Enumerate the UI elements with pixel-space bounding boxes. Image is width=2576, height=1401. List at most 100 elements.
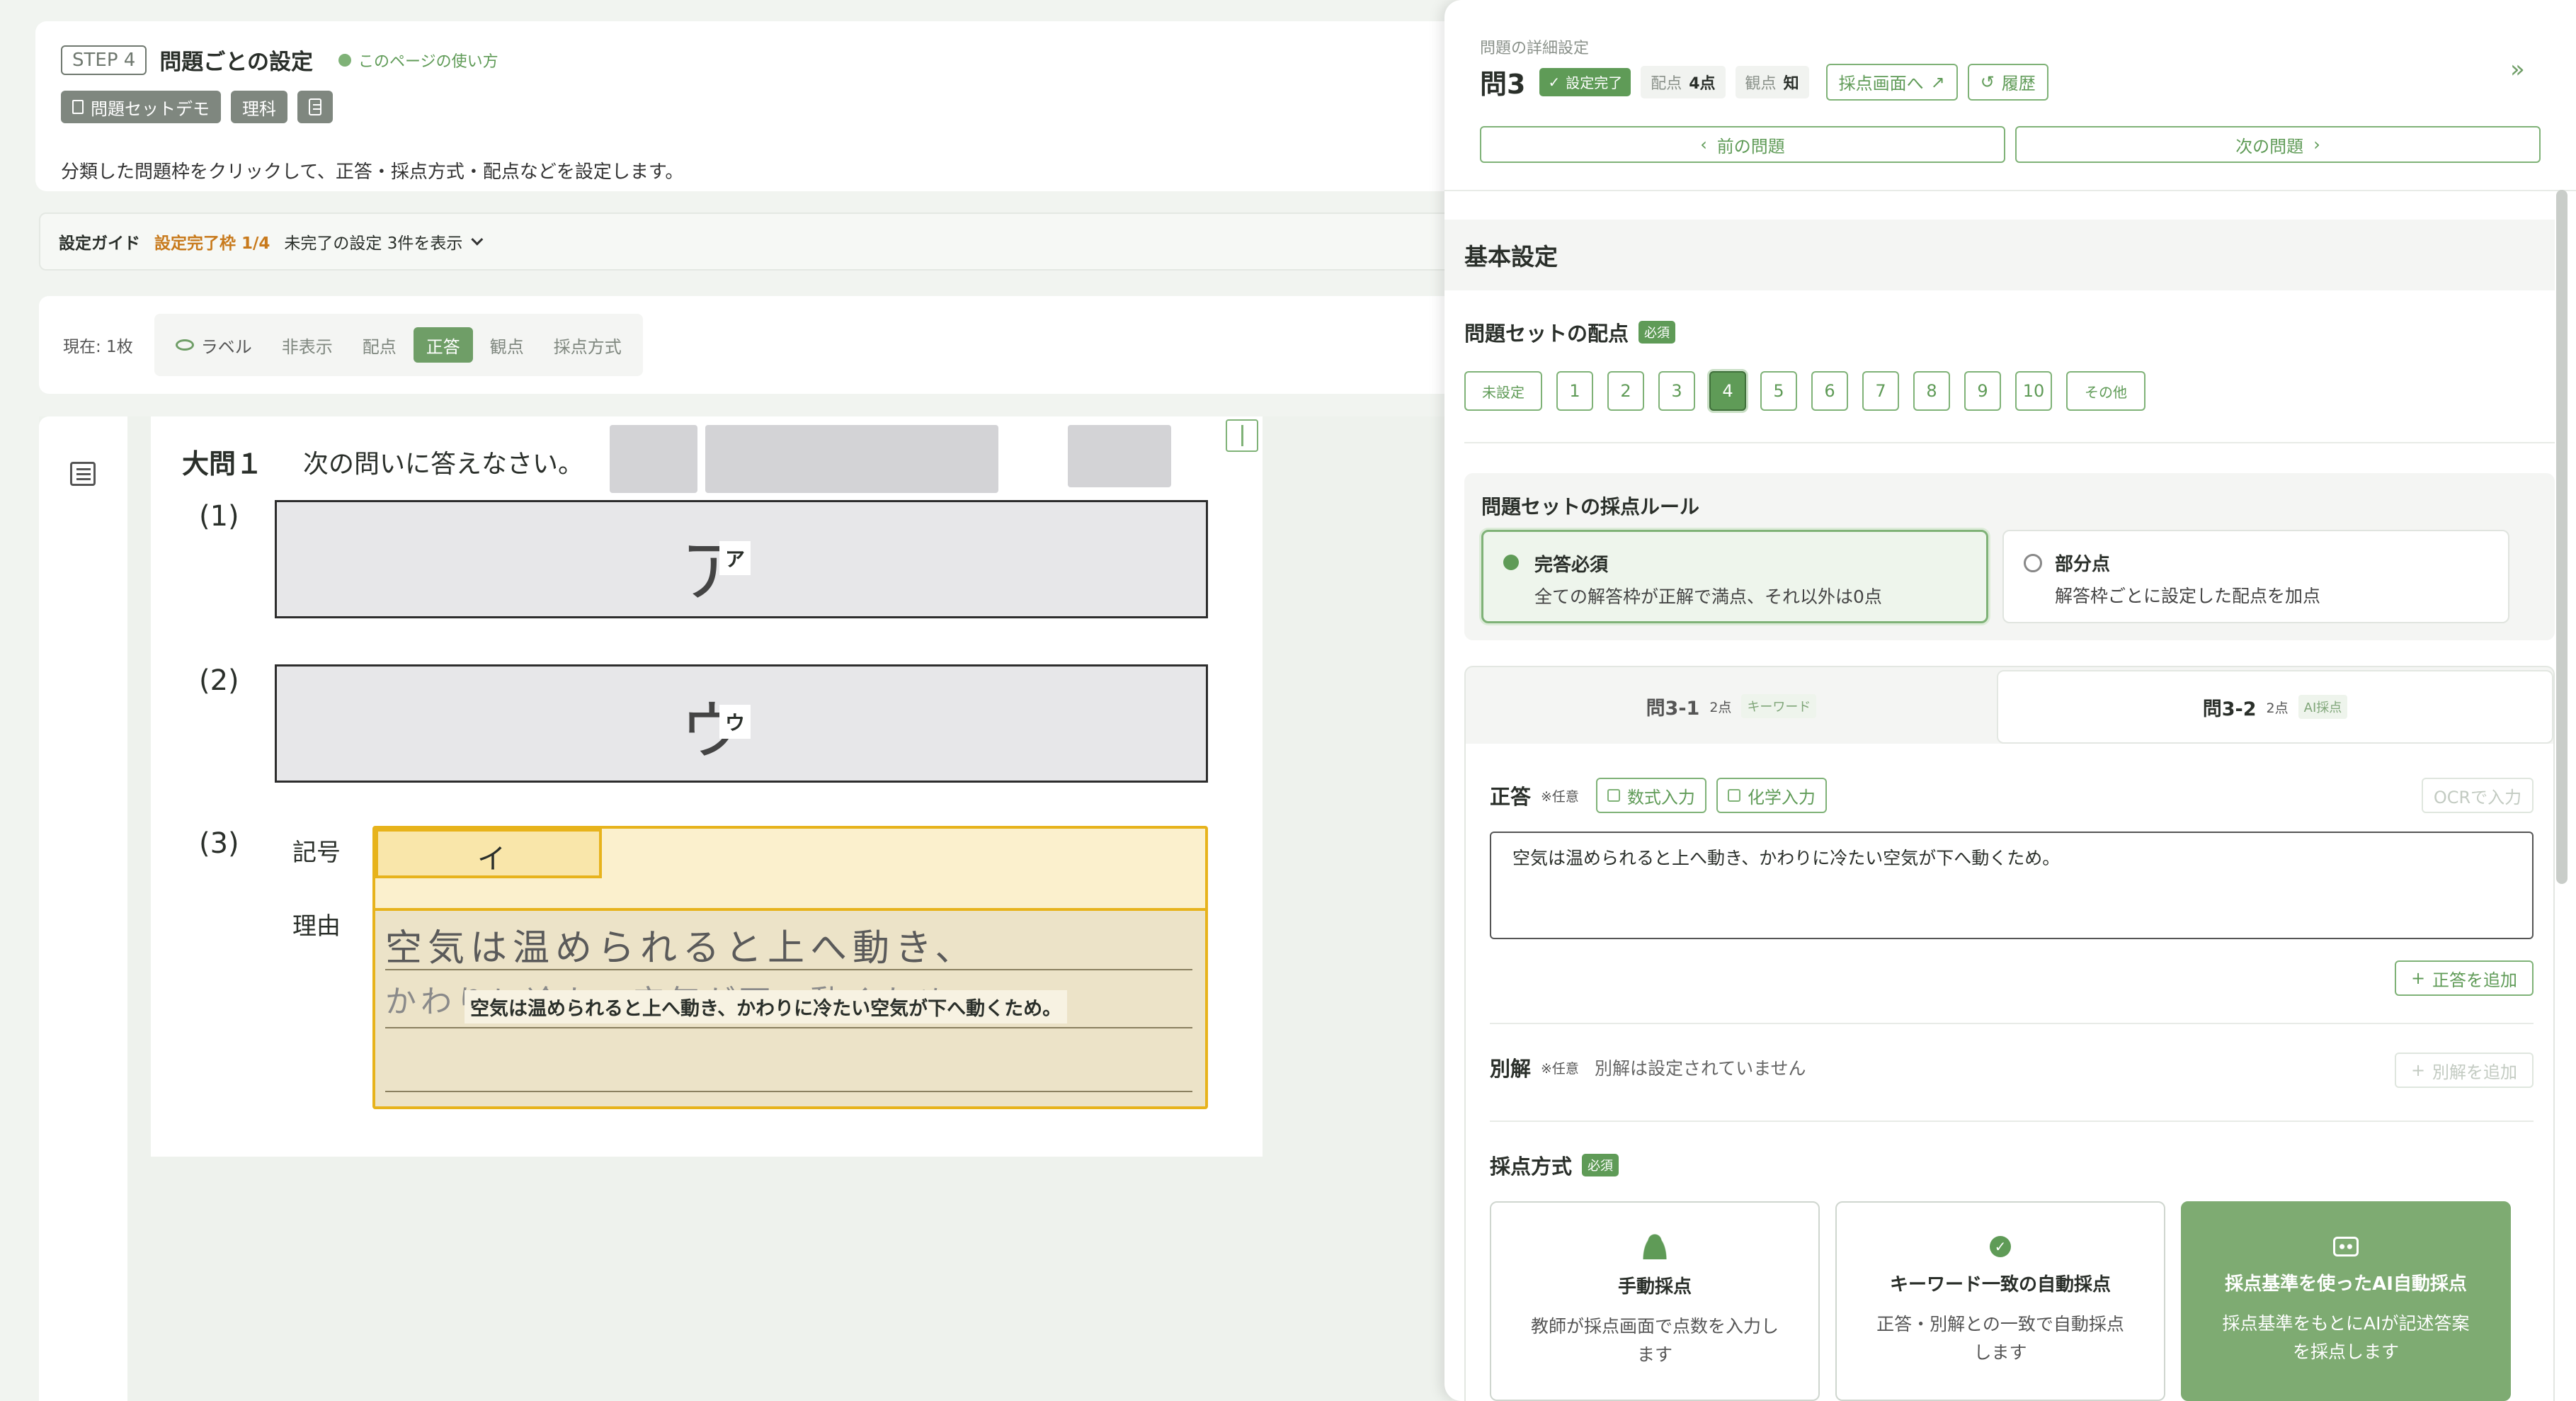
viewpoint-badge: 観点知 [1735, 65, 1809, 98]
answer-title: 正答 [1490, 785, 1532, 809]
chip-subject[interactable]: 理科 [231, 91, 287, 123]
score-options: 未設定 1 2 3 4 5 6 7 8 9 10 その他 [1464, 371, 2145, 411]
q1-answer-box[interactable]: ア ア [275, 500, 1208, 618]
page-description: 分類した問題枠をクリックして、正答・採点方式・配点などを設定します。 [61, 161, 684, 183]
chemistry-input-button[interactable]: 化学入力 [1716, 778, 1827, 813]
score-option[interactable]: 3 [1658, 371, 1695, 411]
plus-icon: + [2410, 1060, 2426, 1080]
info-icon [338, 53, 352, 67]
basic-settings-header: 基本設定 [1444, 220, 2555, 290]
method-title: 採点方式 [1490, 1155, 1573, 1179]
setup-guide: 設定ガイド 設定完了枠 1/4 未完了の設定 3件を表示 [39, 212, 1452, 271]
add-alt-button[interactable]: + 別解を追加 [2395, 1053, 2534, 1088]
history-button[interactable]: ↺ 履歴 [1967, 63, 2048, 101]
q2-answer-box[interactable]: ウ ウ [275, 664, 1208, 783]
q1-answer-tag: ア [719, 541, 751, 575]
score-option[interactable]: 6 [1811, 371, 1848, 411]
required-badge: 必須 [1639, 321, 1676, 344]
reason-label: 理由 [292, 912, 341, 941]
score-option-unset[interactable]: 未設定 [1464, 371, 1542, 411]
score-option[interactable]: 9 [1964, 371, 2001, 411]
header-card: STEP 4 問題ごとの設定 このページの使い方 問題セットデモ 理科 分類した… [35, 21, 1452, 191]
page-title: 問題ごとの設定 [159, 50, 314, 75]
score-option[interactable]: 8 [1913, 371, 1950, 411]
section-number: 大問１ [182, 448, 263, 480]
add-answer-button[interactable]: + 正答を追加 [2395, 960, 2534, 996]
q2-label: (2) [199, 664, 239, 697]
tab-label[interactable]: ラベル [163, 327, 265, 363]
instruction-text: 次の問いに答えなさい。 [303, 450, 584, 479]
answer-textarea[interactable]: 空気は温められると上へ動き、かわりに冷たい空気が下へ動くため。 [1490, 832, 2534, 939]
tab-answer[interactable]: 正答 [413, 327, 473, 363]
score-option[interactable]: 7 [1862, 371, 1899, 411]
view-toolbar: 現在: 1枚 ラベル 非表示 配点 正答 観点 採点方式 [39, 296, 1452, 394]
alt-answer-empty: 別解は設定されていません [1594, 1058, 1806, 1079]
note-icon[interactable] [297, 91, 333, 123]
symbol-label: 記号 [292, 839, 341, 867]
method-manual[interactable]: 手動採点 教師が採点画面で点数を入力し ます [1490, 1201, 1820, 1401]
collapse-panel-icon[interactable]: » [2510, 55, 2525, 84]
detail-panel: 問題の詳細設定 問3 ✓ 設定完了 配点 4点 観点知 採点画面へ ↗ ↺ 履歴 » ‹… [1444, 0, 2576, 1401]
score-option[interactable]: 10 [2015, 371, 2052, 411]
list-icon[interactable] [70, 462, 96, 486]
chip-problem-set[interactable]: 問題セットデモ [61, 91, 221, 123]
ocr-input-button[interactable]: OCRで入力 [2422, 778, 2534, 813]
subquestion-body: 正答 ※任意 数式入力 化学入力 OCRで入力 空気は温められると上へ動き、かわ… [1464, 744, 2555, 1401]
q3-answer-group[interactable]: イ 空気は温められると上へ動き、 かわりに冷たい空気が下へ動くため。 空気は温め… [372, 826, 1208, 1109]
check-icon: ✓ [1548, 73, 1561, 91]
guide-progress: 設定完了枠 1/4 [154, 234, 270, 253]
reason-answer-box[interactable]: 空気は温められると上へ動き、 かわりに冷たい空気が下へ動くため。 空気は温められ… [375, 908, 1205, 1106]
formula-input-button[interactable]: 数式入力 [1595, 778, 1706, 813]
step-badge: STEP 4 [61, 45, 147, 75]
q1-label: (1) [199, 500, 239, 533]
tab-method[interactable]: 採点方式 [541, 327, 634, 363]
external-link-icon: ↗ [1930, 72, 1945, 92]
chevron-down-icon [471, 233, 484, 246]
score-badge: 配点 4点 [1641, 65, 1726, 98]
reason-answer-overlay: 空気は温められると上へ動き、かわりに冷たい空気が下へ動くため。 [465, 990, 1068, 1023]
grading-rule-section: 問題セットの採点ルール 完答必須 全ての解答枠が正解で満点、それ以外は0点 部分… [1464, 473, 2555, 640]
subquestion-tabs: 問3-1 2点 キーワード 問3-2 2点 AI採点 [1464, 666, 2555, 744]
robot-icon [2333, 1236, 2359, 1257]
symbol-answer-box[interactable]: イ [375, 829, 602, 878]
help-link[interactable]: このページの使い方 [338, 49, 498, 72]
split-view-icon[interactable] [1226, 419, 1258, 452]
tab-subquestion-1[interactable]: 問3-1 2点 キーワード [1466, 667, 1997, 745]
workspace: 大問１ 次の問いに答えなさい。 (1) ア ア (2) ウ ウ (3) 記号 理… [39, 416, 1452, 1401]
prev-question-button[interactable]: ‹ 前の問題 [1480, 126, 2005, 163]
to-grading-button[interactable]: 採点画面へ ↗ [1825, 63, 1958, 101]
score-option-other[interactable]: その他 [2066, 371, 2145, 411]
person-icon [1642, 1233, 1668, 1259]
incomplete-toggle[interactable]: 未完了の設定 3件を表示 [284, 229, 484, 254]
calculator-icon [1607, 789, 1620, 802]
method-options: 手動採点 教師が採点画面で点数を入力し ます ✓ キーワード一致の自動採点 正答… [1490, 1201, 2511, 1401]
rule-full-option[interactable]: 完答必須 全ての解答枠が正解で満点、それ以外は0点 [1481, 530, 1988, 623]
method-keyword[interactable]: ✓ キーワード一致の自動採点 正答・別解との一致で自動採点 します [1835, 1201, 2165, 1401]
masked-area [705, 425, 998, 493]
tab-viewpoint[interactable]: 観点 [477, 327, 537, 363]
reason-handwriting-1: 空気は温められると上へ動き、 [385, 927, 978, 970]
alt-answer-title: 別解 [1490, 1057, 1532, 1081]
panel-divider [1444, 190, 2576, 191]
scrollbar[interactable] [2556, 190, 2568, 884]
chevron-left-icon: ‹ [1700, 135, 1707, 154]
left-rail [39, 416, 127, 1401]
method-ai[interactable]: 採点基準を使ったAI自動採点 採点基準をもとにAIが記述答案 を採点します [2181, 1201, 2511, 1401]
masked-area [1068, 425, 1171, 487]
q2-answer-tag: ウ [719, 705, 751, 739]
tab-subquestion-2[interactable]: 問3-2 2点 AI採点 [1997, 670, 2553, 744]
rule-partial-option[interactable]: 部分点 解答枠ごとに設定した配点を加点 [2002, 530, 2509, 623]
q3-label: (3) [199, 827, 239, 860]
score-option[interactable]: 2 [1607, 371, 1644, 411]
score-option-selected[interactable]: 4 [1709, 371, 1746, 411]
tab-score[interactable]: 配点 [350, 327, 409, 363]
chevron-right-icon: › [2313, 135, 2320, 154]
document-icon [72, 100, 84, 114]
answer-sheet: 大問１ 次の問いに答えなさい。 (1) ア ア (2) ウ ウ (3) 記号 理… [151, 416, 1263, 1157]
tab-hidden[interactable]: 非表示 [269, 327, 346, 363]
score-option[interactable]: 1 [1556, 371, 1593, 411]
mode-tabs: ラベル 非表示 配点 正答 観点 採点方式 [154, 314, 643, 376]
history-icon: ↺ [1980, 72, 1995, 92]
next-question-button[interactable]: 次の問題 › [2015, 126, 2541, 163]
score-option[interactable]: 5 [1760, 371, 1797, 411]
